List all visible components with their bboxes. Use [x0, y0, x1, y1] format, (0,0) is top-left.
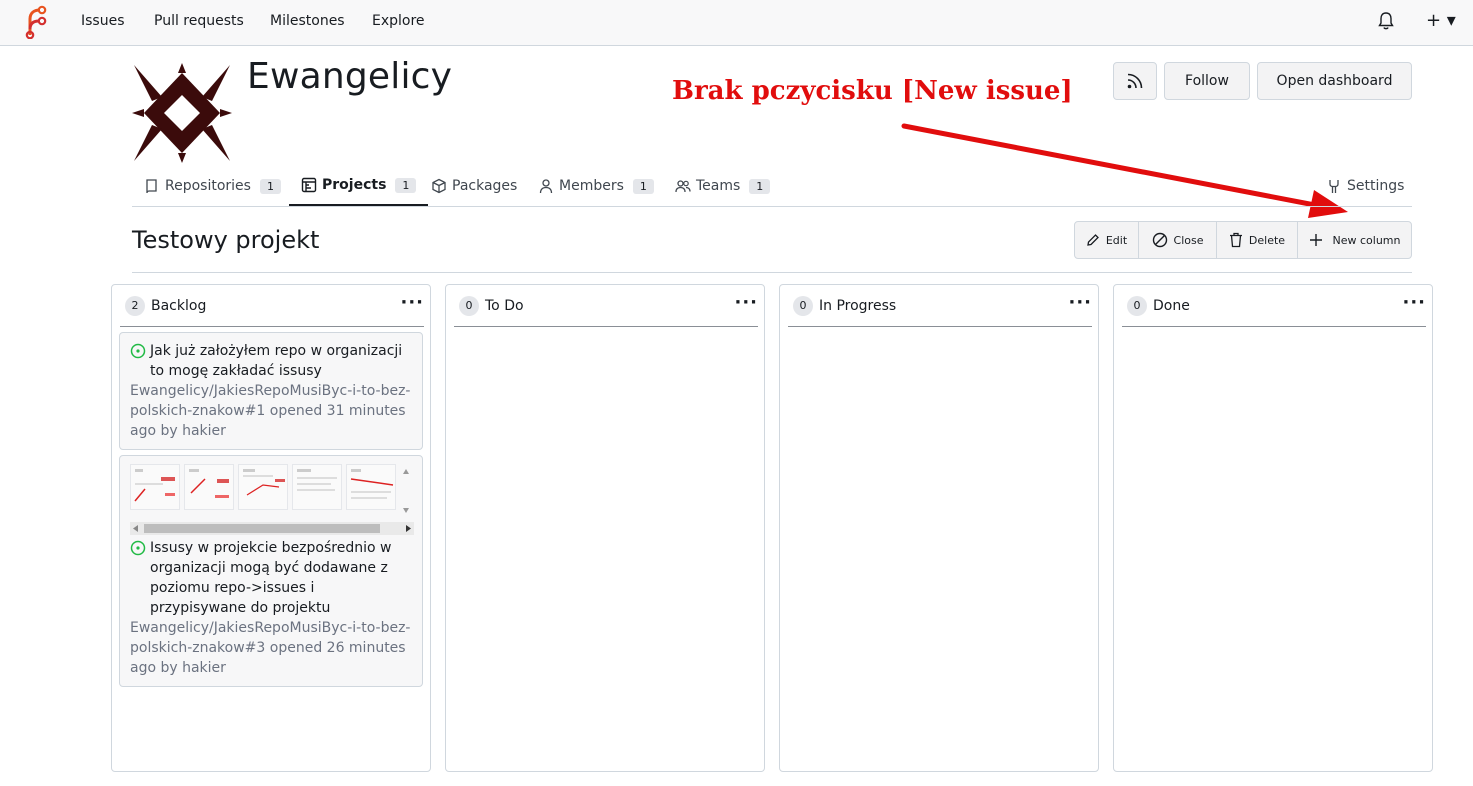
package-icon	[432, 178, 446, 194]
horizontal-scrollbar[interactable]	[130, 522, 414, 535]
issue-card[interactable]: Issusy w projekcie bezpośrednio w organi…	[119, 455, 423, 687]
divider	[132, 272, 1412, 273]
pencil-icon	[1087, 234, 1099, 246]
people-icon	[675, 180, 691, 193]
annotation-text: Brak pczycisku [New issue]	[672, 76, 1073, 106]
tab-teams[interactable]: Teams 1	[675, 166, 771, 206]
new-column-label: New column	[1332, 233, 1401, 247]
issue-meta: Ewangelicy/JakiesRepoMusiByc-i-to-bez-po…	[130, 383, 411, 439]
column-count-badge: 2	[125, 295, 145, 316]
forgejo-logo-icon[interactable]	[22, 5, 48, 39]
scroll-arrows-icon	[403, 469, 409, 513]
close-button[interactable]: Close	[1139, 222, 1217, 258]
delete-label: Delete	[1248, 233, 1286, 247]
person-icon	[539, 179, 553, 194]
issue-title-link[interactable]: Issusy w projekcie bezpośrednio w organi…	[150, 538, 412, 618]
circle-slash-icon	[1152, 232, 1167, 248]
tab-label: Projects	[322, 177, 387, 193]
tab-count-badge: 1	[395, 177, 417, 193]
tools-icon	[1329, 180, 1339, 193]
tab-members[interactable]: Members 1	[538, 166, 654, 206]
column-menu-kebab-icon[interactable]: ···	[734, 292, 758, 313]
close-label: Close	[1173, 233, 1204, 247]
open-dashboard-button[interactable]: Open dashboard	[1257, 62, 1412, 100]
org-tabs: Repositories 1 Projects 1 Packages Membe…	[132, 166, 1412, 207]
attachment-thumbnail[interactable]	[292, 464, 342, 510]
delete-button[interactable]: Delete	[1217, 222, 1298, 258]
column-header: 0 To Do	[454, 285, 758, 327]
column-title: In Progress	[819, 297, 897, 314]
repo-icon	[146, 179, 157, 194]
tab-settings[interactable]: Settings	[1326, 166, 1404, 206]
attachment-thumbnail[interactable]	[130, 464, 180, 510]
project-icon	[301, 177, 317, 193]
nav-milestones[interactable]: Milestones	[270, 13, 345, 29]
column-count-badge: 0	[793, 295, 813, 316]
issue-opened-icon	[130, 343, 146, 359]
issue-card[interactable]: Jak już założyłem repo w organizacji to …	[119, 332, 423, 450]
tab-label: Settings	[1347, 178, 1405, 194]
project-column-done: 0 Done ···	[1113, 284, 1433, 772]
tab-projects[interactable]: Projects 1	[289, 166, 429, 206]
attachment-thumbnail[interactable]	[346, 464, 396, 510]
scrollbar-thumb[interactable]	[144, 524, 380, 533]
column-menu-kebab-icon[interactable]: ···	[1068, 292, 1092, 313]
project-title: Testowy projekt	[132, 226, 320, 254]
tab-count-badge: 1	[749, 178, 771, 194]
vertical-scrollbar[interactable]	[400, 466, 412, 516]
issue-opened-icon	[130, 540, 146, 556]
bell-icon[interactable]	[1377, 11, 1395, 31]
tab-label: Repositories	[165, 178, 251, 194]
tab-label: Packages	[452, 178, 518, 194]
follow-button[interactable]: Follow	[1164, 62, 1250, 100]
issue-title-link[interactable]: Jak już założyłem repo w organizacji to …	[150, 341, 412, 381]
org-name: Ewangelicy	[247, 56, 453, 97]
nav-pull-requests[interactable]: Pull requests	[154, 13, 244, 29]
project-column-in-progress: 0 In Progress ···	[779, 284, 1099, 772]
edit-button[interactable]: Edit	[1075, 222, 1139, 258]
scroll-right-icon[interactable]	[404, 524, 412, 533]
create-menu-button[interactable]: + ▾	[1426, 10, 1456, 31]
column-header: 0 In Progress	[788, 285, 1092, 327]
org-avatar	[132, 63, 232, 163]
top-navbar: Issues Pull requests Milestones Explore …	[0, 0, 1473, 46]
attachment-thumbnail[interactable]	[184, 464, 234, 510]
tab-count-badge: 1	[632, 178, 654, 194]
rss-icon	[1127, 73, 1143, 89]
nav-issues[interactable]: Issues	[81, 13, 125, 29]
attachment-thumbnail[interactable]	[238, 464, 288, 510]
tab-packages[interactable]: Packages	[431, 166, 517, 206]
plus-icon	[1309, 234, 1322, 246]
scroll-left-icon[interactable]	[132, 524, 140, 533]
column-header: 2 Backlog	[120, 285, 424, 327]
column-menu-kebab-icon[interactable]: ···	[1402, 292, 1426, 313]
nav-explore[interactable]: Explore	[372, 13, 425, 29]
tab-repositories[interactable]: Repositories 1	[144, 166, 281, 206]
column-title: To Do	[485, 297, 524, 314]
attachment-thumbnails	[124, 460, 418, 535]
column-header: 0 Done	[1122, 285, 1426, 327]
tab-count-badge: 1	[259, 178, 281, 194]
project-column-todo: 0 To Do ···	[445, 284, 765, 772]
rss-button[interactable]	[1113, 62, 1157, 100]
project-actions: Edit Close Delete New column	[1074, 221, 1412, 259]
tab-label: Members	[559, 178, 624, 194]
column-count-badge: 0	[459, 295, 479, 316]
tab-label: Teams	[696, 178, 741, 194]
edit-label: Edit	[1105, 233, 1128, 247]
issue-meta: Ewangelicy/JakiesRepoMusiByc-i-to-bez-po…	[130, 620, 411, 676]
trash-icon	[1229, 232, 1242, 248]
column-count-badge: 0	[1127, 295, 1147, 316]
column-title: Done	[1153, 297, 1190, 314]
column-menu-kebab-icon[interactable]: ···	[400, 292, 424, 313]
column-title: Backlog	[151, 297, 207, 314]
project-column-backlog: 2 Backlog ··· Jak już założyłem repo w o…	[111, 284, 431, 772]
new-column-button[interactable]: New column	[1298, 222, 1411, 258]
